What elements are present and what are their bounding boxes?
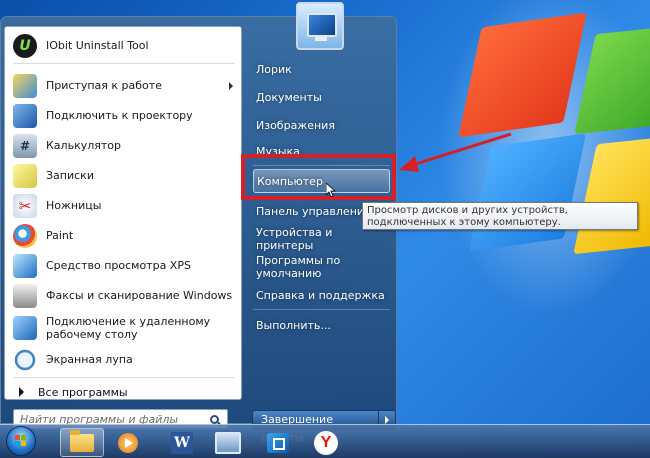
program-label: Средство просмотра XPS	[46, 259, 191, 272]
sticky-notes-icon	[13, 163, 37, 188]
program-calculator[interactable]: # Калькулятор	[7, 131, 239, 160]
program-xps-viewer[interactable]: Средство просмотра XPS	[7, 251, 239, 280]
programs-pane: U IObit Uninstall Tool Приступая к работ…	[4, 26, 242, 400]
mouse-cursor-icon	[326, 183, 336, 197]
submenu-arrow-icon	[229, 81, 233, 90]
program-connect-projector[interactable]: Подключить к проектору	[7, 101, 239, 130]
search-icon[interactable]	[210, 414, 219, 424]
explorer-icon	[70, 429, 94, 452]
program-fax-scan[interactable]: Факсы и сканирование Windows	[7, 281, 239, 310]
divider	[13, 377, 235, 378]
right-item-label: Справка и поддержка	[256, 288, 385, 302]
remote-desktop-icon	[13, 316, 37, 340]
right-item-label: Программы по умолчанию	[256, 254, 341, 280]
start-button[interactable]	[6, 426, 36, 456]
right-item-user-folder[interactable]: Лорик	[253, 57, 390, 81]
calculator-icon: #	[13, 133, 37, 158]
program-snipping-tool[interactable]: ✂ Ножницы	[7, 191, 239, 220]
right-item-default-programs[interactable]: Программы по умолчанию	[253, 254, 390, 280]
right-item-documents[interactable]: Документы	[253, 85, 390, 109]
right-item-help-support[interactable]: Справка и поддержка	[253, 283, 390, 307]
taskbar-explorer-button[interactable]	[60, 428, 104, 457]
magnifier-icon	[13, 347, 37, 372]
divider	[13, 63, 235, 64]
tooltip: Просмотр дисков и других устройств, подк…	[362, 202, 638, 230]
chevron-right-icon	[385, 416, 390, 424]
taskbar-yandex-button[interactable]: Y	[304, 428, 348, 457]
program-label: Ножницы	[46, 199, 102, 212]
annotation-highlight-box	[241, 154, 396, 200]
all-programs-button[interactable]: Все программы	[7, 382, 239, 402]
network-icon	[215, 431, 241, 454]
projector-icon	[13, 103, 37, 128]
taskbar: W Y	[0, 424, 650, 458]
iobit-icon: U	[13, 33, 37, 58]
remote-connection-icon	[267, 432, 289, 453]
divider	[253, 309, 390, 310]
media-player-icon	[118, 432, 138, 453]
taskbar-word-button[interactable]: W	[160, 428, 204, 457]
right-item-label: Изображения	[256, 118, 335, 132]
taskbar-network-button[interactable]	[206, 428, 250, 457]
program-label: Экранная лупа	[46, 353, 133, 366]
program-label: Приступая к работе	[46, 79, 162, 92]
word-icon: W	[171, 431, 193, 454]
program-paint[interactable]: Paint	[7, 221, 239, 250]
expand-arrow-icon	[19, 387, 24, 397]
right-item-pictures[interactable]: Изображения	[253, 113, 390, 137]
yandex-browser-icon: Y	[314, 430, 338, 455]
program-magnifier[interactable]: Экранная лупа	[7, 345, 239, 374]
fax-scan-icon	[13, 283, 37, 308]
getting-started-icon	[13, 73, 37, 98]
monitor-stand	[315, 37, 327, 41]
right-item-label: Документы	[256, 90, 322, 104]
computer-icon	[307, 13, 337, 37]
program-label: Paint	[46, 229, 74, 242]
right-item-label: Панель управления	[256, 204, 371, 218]
program-label: Подключение к удаленному рабочему столу	[46, 315, 211, 341]
program-label: Факсы и сканирование Windows	[46, 289, 233, 302]
program-label: Калькулятор	[46, 139, 121, 152]
annotation-arrow-icon	[399, 132, 512, 172]
user-picture[interactable]	[296, 2, 344, 50]
program-label: Записки	[46, 169, 94, 182]
right-item-label: Выполнить...	[256, 318, 331, 332]
right-item-devices-printers[interactable]: Устройства и принтеры	[253, 226, 390, 252]
program-iobit-uninstaller[interactable]: U IObit Uninstall Tool	[7, 31, 239, 60]
program-label: Подключить к проектору	[46, 109, 193, 122]
all-programs-label: Все программы	[38, 385, 128, 399]
start-menu: U IObit Uninstall Tool Приступая к работ…	[0, 16, 397, 444]
program-getting-started[interactable]: Приступая к работе	[7, 71, 239, 100]
right-item-run[interactable]: Выполнить...	[253, 313, 390, 337]
taskbar-remote-button[interactable]	[256, 428, 300, 457]
taskbar-media-player-button[interactable]	[106, 428, 150, 457]
paint-icon	[13, 223, 37, 248]
right-item-label: Лорик	[256, 62, 292, 76]
xps-viewer-icon	[13, 253, 37, 278]
snipping-tool-icon: ✂	[13, 193, 37, 218]
program-label: IObit Uninstall Tool	[46, 39, 149, 52]
program-sticky-notes[interactable]: Записки	[7, 161, 239, 190]
program-remote-desktop[interactable]: Подключение к удаленному рабочему столу	[7, 311, 239, 345]
windows-flag-icon	[15, 435, 27, 447]
